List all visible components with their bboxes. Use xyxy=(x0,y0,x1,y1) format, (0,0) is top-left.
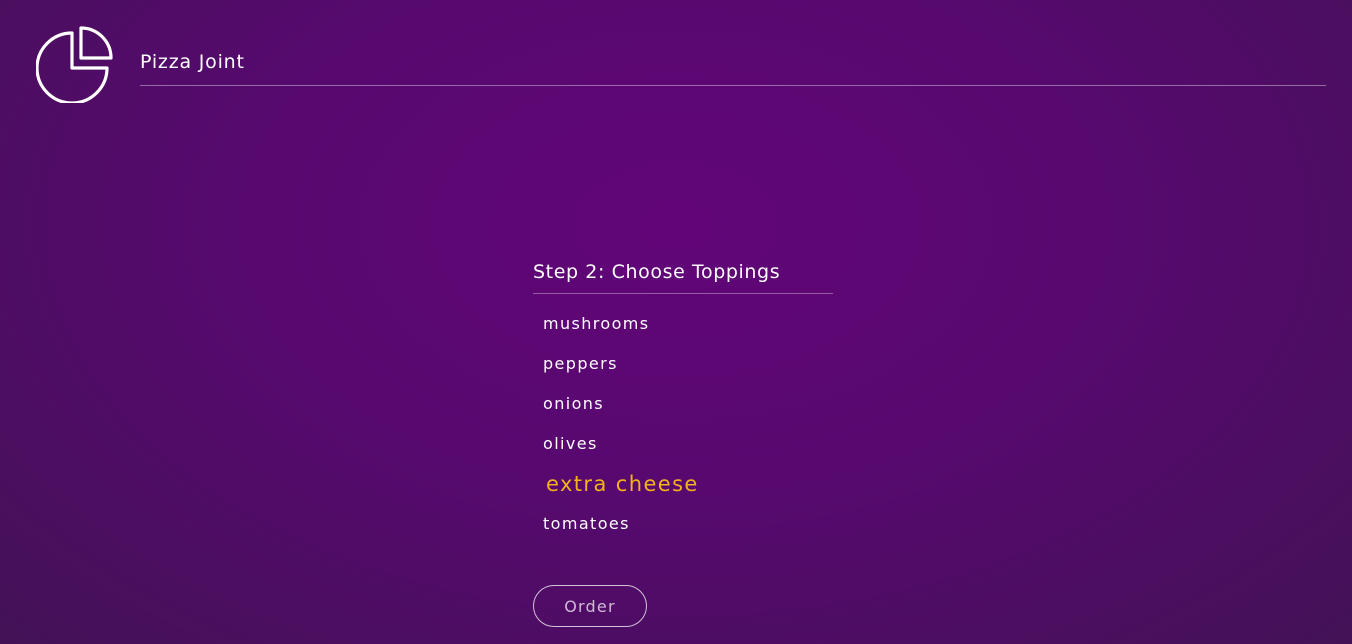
pizza-slice-icon[interactable] xyxy=(36,25,114,103)
topping-item-extra-cheese[interactable]: extra cheese xyxy=(533,464,833,504)
topping-item-onions[interactable]: onions xyxy=(533,384,833,424)
order-button[interactable]: Order xyxy=(533,585,647,627)
topping-item-peppers[interactable]: peppers xyxy=(533,344,833,384)
topping-item-tomatoes[interactable]: tomatoes xyxy=(533,504,833,544)
site-header: Pizza Joint xyxy=(0,0,1352,110)
step-title: Step 2: Choose Toppings xyxy=(533,261,781,283)
topping-item-mushrooms[interactable]: mushrooms xyxy=(533,304,833,344)
brand-name[interactable]: Pizza Joint xyxy=(140,51,245,73)
toppings-step: Step 2: Choose Toppings mushrooms pepper… xyxy=(533,258,833,544)
step-divider xyxy=(533,293,833,294)
toppings-list: mushrooms peppers onions olives extra ch… xyxy=(533,304,833,544)
header-divider xyxy=(140,85,1326,86)
topping-item-olives[interactable]: olives xyxy=(533,424,833,464)
